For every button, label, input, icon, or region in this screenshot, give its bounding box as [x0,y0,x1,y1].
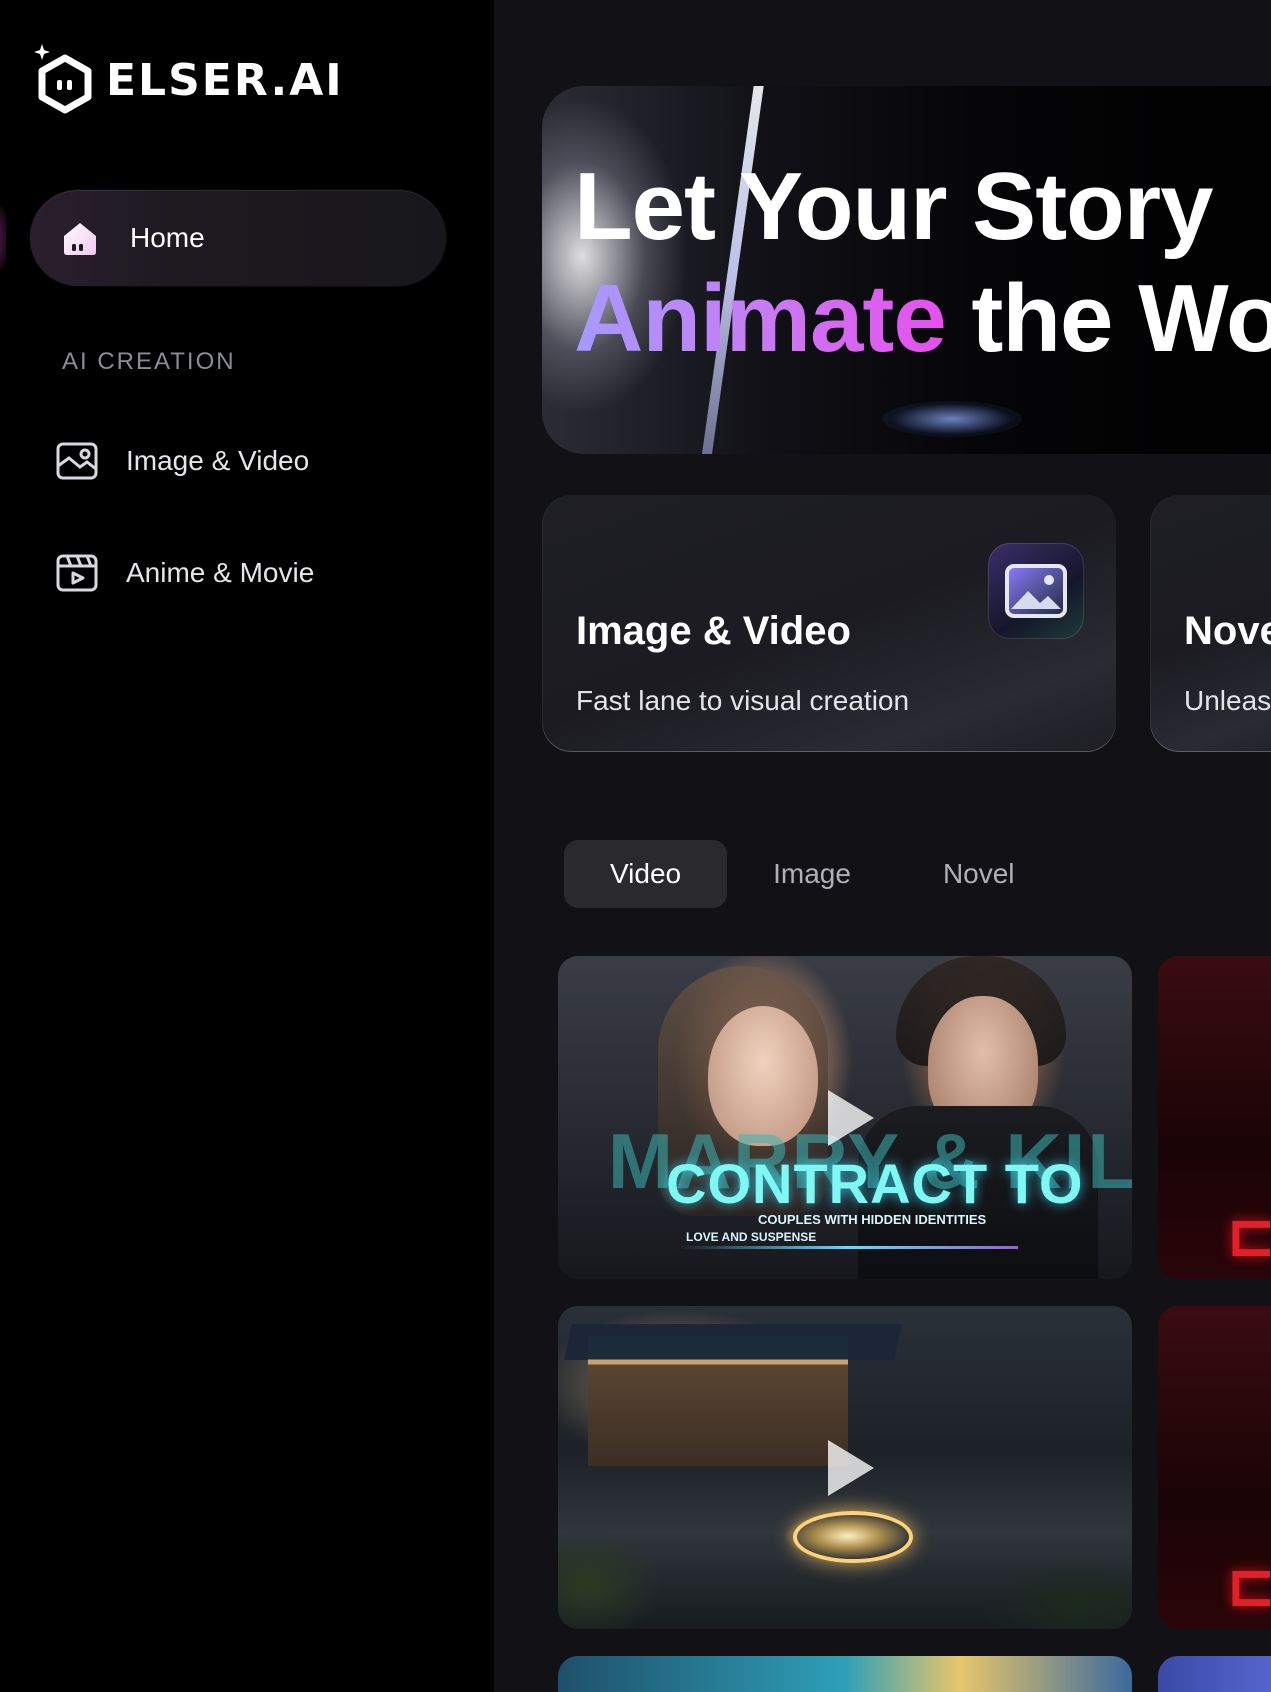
thumbnail-art: ⊏ [1226,1202,1271,1269]
hero-banner[interactable]: Let Your Story Animate the Wo [542,86,1271,454]
sidebar-item-image-video[interactable]: Image & Video [56,440,309,482]
thumbnail-title: CONTRACT TO [666,1152,1084,1215]
section-label-ai-creation: AI CREATION [62,348,236,375]
tab-novel[interactable]: Novel [897,840,1061,908]
video-thumbnail[interactable]: MARRY & KILL CONTRACT TO COUPLES WITH HI… [558,956,1132,1279]
content-tabs: Video Image Novel [564,840,1061,908]
logo-icon [34,44,92,114]
thumbnail-art [588,1336,848,1466]
thumbnail-art [793,1511,913,1563]
feature-card-novel[interactable]: Nove Unleas [1150,495,1271,752]
feature-card-image-video[interactable]: Image & Video Fast lane to visual creati… [542,495,1116,752]
sidebar-item-home[interactable]: Home [30,190,446,286]
brand-logo[interactable]: ELSER.AI [34,44,344,116]
sidebar-item-label: Anime & Movie [126,557,315,588]
active-indicator [0,205,6,271]
picture-icon [988,543,1084,639]
video-thumbnail[interactable]: ⊏ [1158,1306,1271,1629]
card-subtitle: Fast lane to visual creation [576,685,910,716]
hero-glow [882,401,1022,437]
play-icon[interactable] [828,1090,874,1146]
card-subtitle: Unleas [1184,685,1271,716]
thumbnail-art: ⊏ [1226,1552,1271,1619]
sidebar-item-anime-movie[interactable]: Anime & Movie [56,552,314,594]
thumbnail-tagline: LOVE AND SUSPENSE [686,1230,817,1244]
thumbnail-decor-bar [678,1246,1018,1249]
main-content: Let Your Story Animate the Wo Image & Vi… [494,0,1271,1692]
video-thumbnail[interactable] [558,1306,1132,1629]
hero-highlight-word: Animate [574,265,947,372]
tab-image[interactable]: Image [727,840,897,908]
hero-title-line1: Let Your Story [574,153,1214,260]
sidebar: ELSER.AI Home AI CREATION Image & Video [0,0,494,1692]
tab-video[interactable]: Video [564,840,728,908]
image-video-icon [56,442,98,480]
hero-title-line2: Animate the Wo [574,264,1271,374]
play-icon[interactable] [828,1440,874,1496]
brand-name: ELSER.AI [106,54,344,106]
card-title: Nove [1184,609,1271,653]
thumbnail-subtitle: COUPLES WITH HIDDEN IDENTITIES [758,1212,987,1227]
sidebar-item-label: Home [130,222,205,253]
sidebar-item-label: Image & Video [126,445,310,476]
home-icon [64,223,96,255]
card-title: Image & Video [576,609,851,653]
hero-title-rest: the Wo [945,265,1271,372]
video-thumbnail[interactable]: ⊏ [1158,956,1271,1279]
video-thumbnail[interactable] [1158,1656,1271,1692]
video-thumbnail[interactable] [558,1656,1132,1692]
clapperboard-icon [56,554,98,592]
